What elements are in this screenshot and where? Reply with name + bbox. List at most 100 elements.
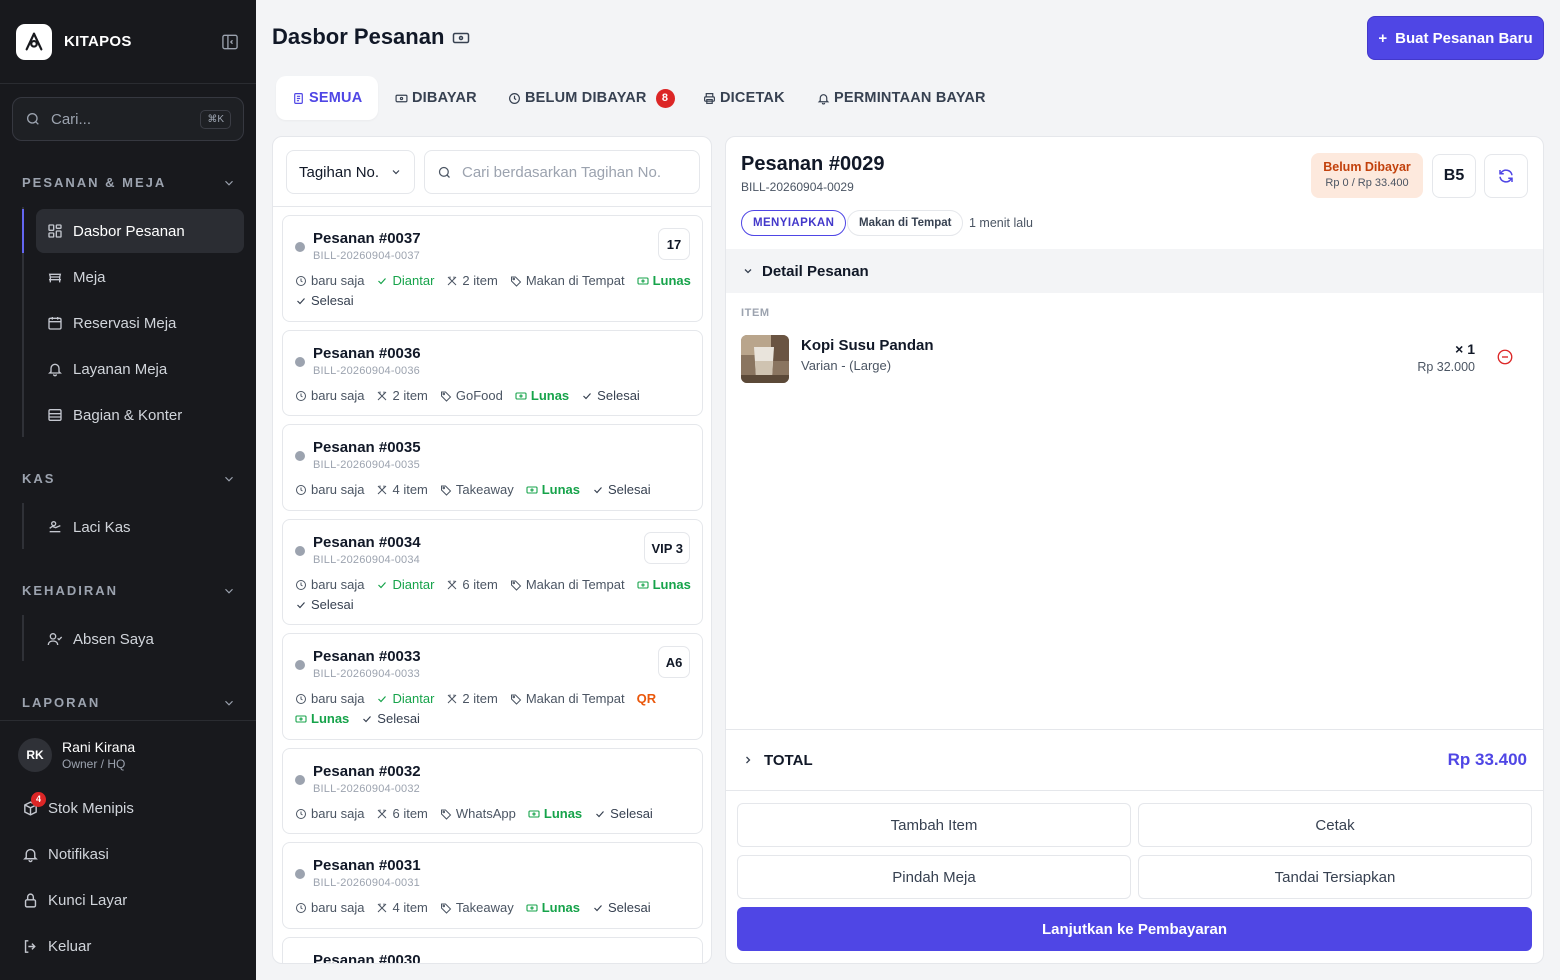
- sidebar-item-label: Notifikasi: [48, 845, 109, 863]
- meta-text: Selesai: [311, 597, 354, 612]
- section-title: PESANAN & MEJA: [22, 175, 167, 190]
- order-card-title: Pesanan #0033: [313, 648, 421, 665]
- brand-logo[interactable]: [16, 23, 52, 60]
- sidebar-item-reservasi-meja[interactable]: Reservasi Meja: [36, 301, 244, 345]
- add-item-button[interactable]: Tambah Item: [737, 803, 1131, 847]
- table-badge: 17: [658, 228, 690, 260]
- section-header-kehadiran[interactable]: KEHADIRAN: [22, 583, 236, 598]
- order-card-title: Pesanan #0035: [313, 439, 421, 456]
- status-dot: [295, 451, 305, 461]
- sidebar-item-bagian-konter[interactable]: Bagian & Konter: [36, 393, 244, 437]
- brand-name: KITAPOS: [64, 33, 132, 50]
- order-card-bill: BILL-20260904-0032: [313, 783, 420, 795]
- meta-items: 2 item: [446, 692, 498, 706]
- order-card-meta: baru saja 6 item WhatsApp Lunas Selesai: [295, 807, 695, 821]
- sidebar-item-meja[interactable]: Meja: [36, 255, 244, 299]
- tab-dicetak[interactable]: DICETAK: [703, 76, 785, 120]
- sidebar-item-laci-kas[interactable]: Laci Kas: [36, 505, 244, 549]
- order-card-meta: baru saja Diantar 6 item Makan di Tempat Lun…: [295, 578, 695, 612]
- money-icon[interactable]: [452, 30, 470, 46]
- total-row[interactable]: TOTAL Rp 33.400: [726, 729, 1543, 791]
- sidebar-item-label: Laci Kas: [73, 518, 131, 536]
- sidebar-item-keluar[interactable]: Keluar: [22, 934, 91, 958]
- meta-items: 2 item: [446, 274, 498, 288]
- sidebar-item-notifikasi[interactable]: Notifikasi: [22, 842, 109, 866]
- check-icon: [594, 487, 602, 494]
- sidebar-bottom-divider: [0, 720, 256, 721]
- user-check-icon: [47, 633, 63, 646]
- section-header-laporan[interactable]: LAPORAN: [22, 695, 236, 710]
- meta-text: 6 item: [392, 806, 428, 821]
- unpaid-count-badge: 8: [655, 88, 675, 108]
- meta-text: Selesai: [608, 482, 651, 497]
- mark-ready-button[interactable]: Tandai Tersiapkan: [1138, 855, 1532, 899]
- check-icon: [596, 811, 605, 818]
- sidebar-item-label: Bagian & Konter: [73, 406, 183, 424]
- item-variant: Varian - (Large): [801, 358, 892, 373]
- chevron-down-icon: [225, 476, 233, 482]
- bell-icon: [48, 363, 62, 377]
- check-icon: [594, 905, 602, 912]
- order-detail-section-toggle[interactable]: Detail Pesanan: [726, 249, 1543, 293]
- tab-label: BELUM DIBAYAR: [525, 90, 647, 106]
- move-table-button[interactable]: Pindah Meja: [737, 855, 1131, 899]
- order-card-title: Pesanan #0037: [313, 230, 421, 247]
- calendar-icon: [48, 317, 62, 330]
- minus-circle-icon: [1497, 349, 1513, 365]
- order-type-chip: Makan di Tempat: [847, 210, 964, 236]
- order-card[interactable]: Pesanan #0031 BILL-20260904-0031 baru saja…: [282, 842, 703, 929]
- tab-belum-dibayar[interactable]: BELUM DIBAYAR 8: [508, 76, 675, 120]
- meta-done: Selesai: [361, 712, 420, 726]
- status-dot: [295, 242, 305, 252]
- clock-icon: [509, 92, 520, 104]
- order-card-bill: BILL-20260904-0036: [313, 365, 420, 377]
- tab-permintaan-bayar[interactable]: PERMINTAAN BAYAR: [817, 76, 986, 120]
- filter-select[interactable]: Tagihan No.: [286, 150, 415, 194]
- section-header-kas[interactable]: KAS: [22, 471, 236, 486]
- remove-item-button[interactable]: [1496, 348, 1514, 366]
- page-title: Dasbor Pesanan: [272, 24, 445, 49]
- money-icon: [526, 904, 538, 912]
- order-card-meta: baru saja 4 item Takeaway Lunas Selesai: [295, 483, 695, 497]
- order-card[interactable]: Pesanan #0037 BILL-20260904-0037 17 baru sa…: [282, 215, 703, 322]
- user-profile[interactable]: RK Rani Kirana Owner / HQ: [18, 738, 135, 772]
- order-card-bill: BILL-20260904-0034: [313, 554, 420, 566]
- meta-type: Makan di Tempat: [510, 274, 625, 288]
- meta-text: Makan di Tempat: [525, 691, 625, 706]
- order-card[interactable]: Pesanan #0035 BILL-20260904-0035 baru saja…: [282, 424, 703, 511]
- order-card[interactable]: Pesanan #0034 BILL-20260904-0034 VIP 3 baru…: [282, 519, 703, 625]
- counter-icon: [48, 409, 62, 421]
- sidebar-item-kunci-layar[interactable]: Kunci Layar: [22, 888, 127, 912]
- sidebar-item-layanan-meja[interactable]: Layanan Meja: [36, 347, 244, 391]
- item-name: Kopi Susu Pandan: [801, 337, 934, 354]
- tab-dibayar[interactable]: DIBAYAR: [395, 76, 477, 120]
- section-header-pesanan-meja[interactable]: PESANAN & MEJA: [22, 175, 236, 190]
- chevron-down-icon: [392, 170, 400, 175]
- logout-icon: [24, 939, 36, 953]
- bill-search-input[interactable]: Cari berdasarkan Tagihan No.: [424, 150, 700, 194]
- meta-text: Selesai: [597, 388, 640, 403]
- order-card[interactable]: Pesanan #0033 BILL-20260904-0033 A6 baru sa…: [282, 633, 703, 740]
- sidebar-item-absen-saya[interactable]: Absen Saya: [36, 617, 244, 661]
- sidebar-item-dasbor-pesanan[interactable]: Dasbor Pesanan: [36, 209, 244, 253]
- sidebar-item-label: Meja: [73, 268, 106, 286]
- sidebar-search[interactable]: Cari... ⌘K: [12, 97, 244, 141]
- order-card[interactable]: Pesanan #0036 BILL-20260904-0036 baru saja…: [282, 330, 703, 416]
- sidebar-collapse-icon[interactable]: [220, 32, 240, 52]
- sidebar-item-stok-menipis[interactable]: 4 Stok Menipis: [22, 791, 134, 820]
- refresh-button[interactable]: [1484, 154, 1528, 198]
- order-card[interactable]: Pesanan #0030: [282, 937, 703, 963]
- meta-time: baru saja: [295, 901, 364, 915]
- order-time: 1 menit lalu: [969, 216, 1033, 230]
- new-order-button[interactable]: + Buat Pesanan Baru: [1367, 16, 1544, 60]
- meta-items: 4 item: [376, 901, 428, 915]
- print-button[interactable]: Cetak: [1138, 803, 1532, 847]
- meta-text: Lunas: [530, 388, 570, 403]
- tab-semua[interactable]: SEMUA: [276, 76, 379, 120]
- meta-text: baru saja: [311, 691, 365, 706]
- user-role: Owner / HQ: [62, 757, 126, 771]
- status-dot: [295, 357, 305, 367]
- order-card[interactable]: Pesanan #0032 BILL-20260904-0032 baru saja…: [282, 748, 703, 834]
- proceed-to-payment-button[interactable]: Lanjutkan ke Pembayaran: [737, 907, 1532, 951]
- order-card-title: Pesanan #0034: [313, 534, 421, 551]
